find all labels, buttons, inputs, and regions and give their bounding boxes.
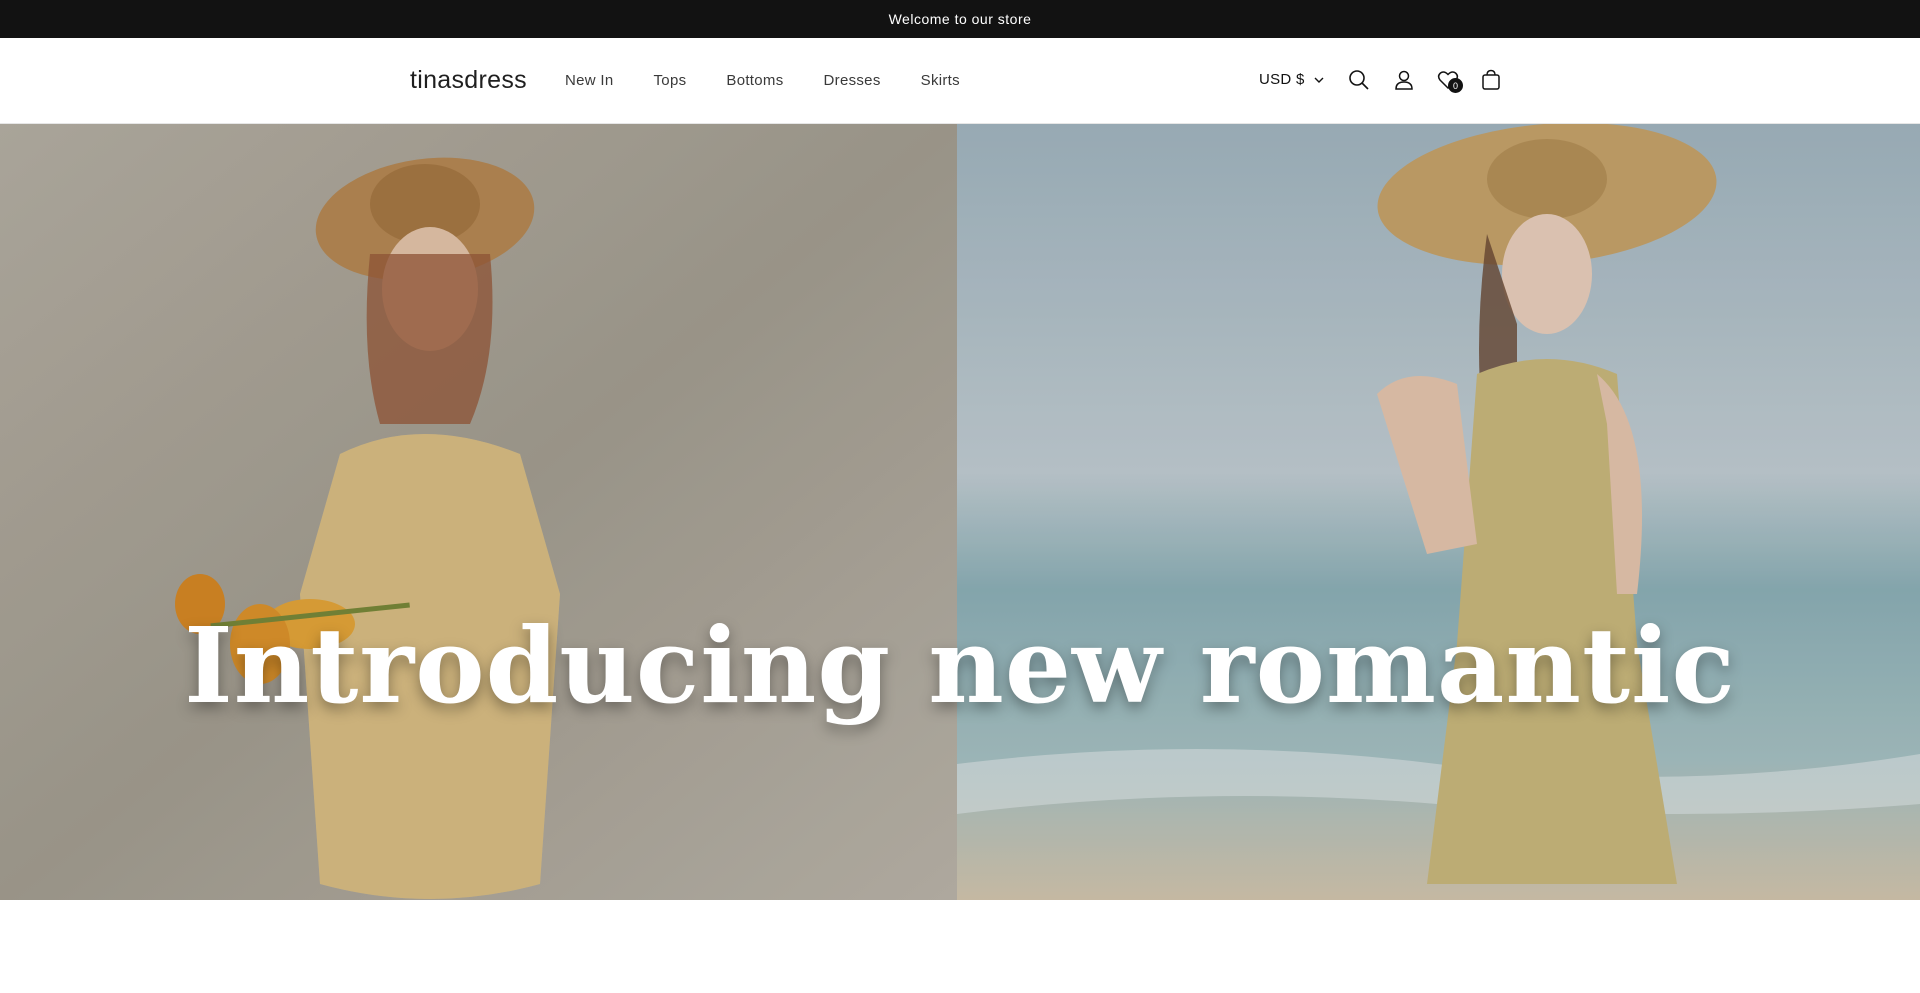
- nav-item-skirts[interactable]: Skirts: [921, 72, 960, 89]
- nav-item-bottoms[interactable]: Bottoms: [726, 72, 783, 89]
- store-logo[interactable]: tinasdress: [410, 66, 527, 95]
- search-icon: [1349, 70, 1369, 90]
- announcement-text: Welcome to our store: [888, 11, 1032, 27]
- hero-heading: Introducing new romantic: [184, 604, 1736, 727]
- cart-button[interactable]: [1474, 63, 1508, 97]
- nav-item-tops[interactable]: Tops: [654, 72, 687, 89]
- account-icon: [1395, 70, 1413, 90]
- wishlist-count-badge: 0: [1448, 78, 1463, 93]
- nav-item-dresses[interactable]: Dresses: [824, 72, 881, 89]
- nav-item-new-in[interactable]: New In: [565, 72, 614, 89]
- hero-overlay: [0, 124, 1920, 900]
- account-button[interactable]: [1387, 63, 1421, 97]
- wishlist-button[interactable]: 0: [1431, 63, 1465, 97]
- search-button[interactable]: [1342, 63, 1376, 97]
- currency-selector[interactable]: USD $: [1259, 71, 1324, 88]
- announcement-bar: Welcome to our store: [0, 0, 1920, 38]
- currency-label: USD $: [1259, 71, 1305, 88]
- chevron-down-icon: [1314, 77, 1324, 83]
- site-header: tinasdress New In Tops Bottoms Dresses S…: [0, 38, 1920, 124]
- cart-icon: [1482, 69, 1500, 90]
- main-nav: New In Tops Bottoms Dresses Skirts: [545, 72, 980, 89]
- hero-banner[interactable]: Introducing new romantic: [0, 124, 1920, 900]
